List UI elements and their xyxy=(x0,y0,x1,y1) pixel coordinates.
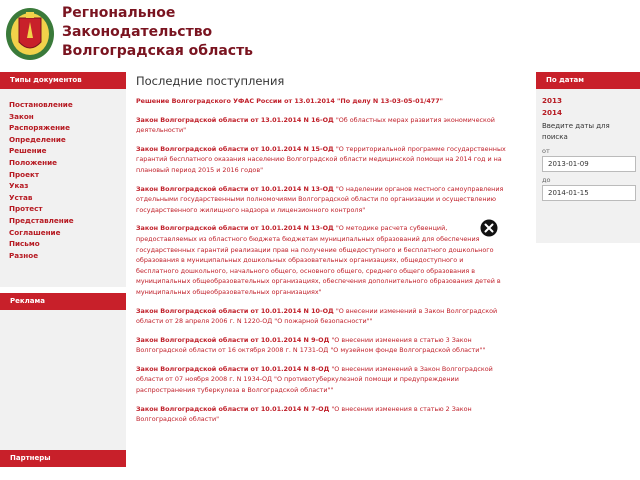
doc-type-link[interactable]: Письмо xyxy=(9,238,126,250)
page-title: Последние поступления xyxy=(136,74,285,88)
news-link[interactable]: Закон Волгоградской области от 10.01.201… xyxy=(136,224,334,232)
news-item: Закон Волгоградской области от 10.01.201… xyxy=(136,223,506,297)
news-link[interactable]: Закон Волгоградской области от 10.01.201… xyxy=(136,365,329,373)
from-date-input[interactable]: 2013-01-09 xyxy=(542,156,636,172)
date-filter-box: 2013 2014 Введите даты для поиска от 201… xyxy=(536,89,640,243)
doc-type-link[interactable]: Распоряжение xyxy=(9,122,126,134)
doc-types-list: Постановление Закон Распоряжение Определ… xyxy=(0,89,126,287)
news-link[interactable]: Закон Волгоградской области от 10.01.201… xyxy=(136,307,334,315)
to-date-label: до xyxy=(542,176,551,184)
news-item: Закон Волгоградской области от 10.01.201… xyxy=(136,404,506,425)
news-item: Решение Волгоградского УФАС России от 13… xyxy=(136,96,506,107)
ads-box xyxy=(0,310,126,450)
doc-type-link[interactable]: Положение xyxy=(9,157,126,169)
site-title[interactable]: Регнональное Законодательство Волгоградс… xyxy=(62,4,253,61)
news-item: Закон Волгоградской области от 10.01.201… xyxy=(136,335,506,356)
site-title-line3: Волгоградская область xyxy=(62,43,254,59)
coat-of-arms-icon[interactable] xyxy=(4,4,56,62)
doc-type-link[interactable]: Протест xyxy=(9,203,126,215)
date-search-hint: Введите даты для поиска xyxy=(542,122,610,141)
news-item: Закон Волгоградской области от 10.01.201… xyxy=(136,144,506,176)
by-date-heading: По датам xyxy=(536,72,640,89)
news-link[interactable]: Закон Волгоградской области от 10.01.201… xyxy=(136,185,334,193)
year-link-2013[interactable]: 2013 xyxy=(542,95,636,107)
news-link[interactable]: Закон Волгоградской области от 10.01.201… xyxy=(136,405,329,413)
doc-type-link[interactable]: Проект xyxy=(9,169,126,181)
doc-type-link[interactable]: Разное xyxy=(9,250,126,262)
doc-type-link[interactable]: Указ xyxy=(9,180,126,192)
site-title-line2: Законодательство xyxy=(62,24,213,40)
from-date-label: от xyxy=(542,147,550,155)
doc-type-link[interactable]: Представление xyxy=(9,215,126,227)
site-title-line1: Регнональное xyxy=(62,5,176,21)
news-item: Закон Волгоградской области от 10.01.201… xyxy=(136,364,506,396)
doc-type-link[interactable]: Соглашение xyxy=(9,227,126,239)
news-description: "О методике расчета субвенций, предостав… xyxy=(136,224,501,296)
news-link[interactable]: Закон Волгоградской области от 13.01.201… xyxy=(136,116,334,124)
to-date-input[interactable]: 2014-01-15 xyxy=(542,185,636,201)
doc-types-heading: Типы документов xyxy=(0,72,126,89)
news-list: Решение Волгоградского УФАС России от 13… xyxy=(136,96,506,433)
doc-type-link[interactable]: Решение xyxy=(9,145,126,157)
close-icon[interactable] xyxy=(480,219,498,237)
news-item: Закон Волгоградской области от 10.01.201… xyxy=(136,184,506,216)
doc-type-link[interactable]: Устав xyxy=(9,192,126,204)
right-sidebar: По датам 2013 2014 Введите даты для поис… xyxy=(536,72,640,243)
year-link-2014[interactable]: 2014 xyxy=(542,107,636,119)
ads-heading: Реклама xyxy=(0,293,126,310)
doc-type-link[interactable]: Определение xyxy=(9,134,126,146)
site-header: Регнональное Законодательство Волгоградс… xyxy=(0,0,640,68)
news-item: Закон Волгоградской области от 10.01.201… xyxy=(136,306,506,327)
news-link[interactable]: Решение Волгоградского УФАС России от 13… xyxy=(136,97,443,105)
partners-heading: Партнеры xyxy=(0,450,126,467)
main-content: Последние поступления Решение Волгоградс… xyxy=(130,68,520,480)
news-link[interactable]: Закон Волгоградской области от 10.01.201… xyxy=(136,336,329,344)
doc-type-link[interactable]: Закон xyxy=(9,111,126,123)
left-sidebar: Типы документов Постановление Закон Расп… xyxy=(0,72,126,480)
news-item: Закон Волгоградской области от 13.01.201… xyxy=(136,115,506,136)
news-link[interactable]: Закон Волгоградской области от 10.01.201… xyxy=(136,145,334,153)
doc-type-link[interactable]: Постановление xyxy=(9,99,126,111)
